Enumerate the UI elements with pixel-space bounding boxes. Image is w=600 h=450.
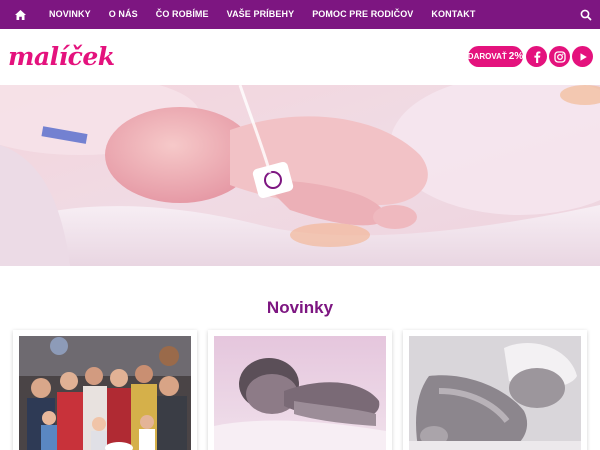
section-title-novinky: Novinky [266,298,334,317]
site-logo[interactable]: malíček [8,42,115,71]
facebook-icon [533,51,540,63]
donate-label: DAROVAŤ [467,52,507,61]
nav-item-novinky[interactable]: NOVINKY [40,0,100,29]
news-card[interactable] [403,330,587,450]
news-card[interactable] [208,330,392,450]
hero-image [0,85,600,266]
nav-item-o-nas[interactable]: O NÁS [100,0,147,29]
donate-percent: 2% [508,51,524,62]
home-button[interactable] [0,0,40,29]
site-header: malíček DAROVAŤ 2% [0,29,600,85]
baby-photo [0,85,600,266]
youtube-button[interactable] [572,46,593,67]
newborn-photo [214,336,386,450]
youtube-icon [580,52,587,61]
nav-item-co-robime[interactable]: ČO ROBÍME [147,0,218,29]
home-icon [14,9,26,20]
sleeping-baby-photo [409,336,581,450]
instagram-button[interactable] [549,46,570,67]
nav-item-pomoc-pre-rodicov[interactable]: POMOC PRE RODIČOV [303,0,422,29]
news-card-image[interactable] [409,336,581,450]
family-group-photo [19,336,191,450]
search-icon [580,9,592,21]
donate-button[interactable]: DAROVAŤ 2% [468,46,523,67]
nav-item-kontakt[interactable]: KONTAKT [422,0,484,29]
news-card-image[interactable] [214,336,386,450]
search-button[interactable] [578,7,594,23]
instagram-icon [553,50,566,63]
facebook-button[interactable] [526,46,547,67]
news-card-image[interactable] [19,336,191,450]
nav-item-vase-pribehy[interactable]: VAŠE PRÍBEHY [218,0,304,29]
top-nav: NOVINKY O NÁS ČO ROBÍME VAŠE PRÍBEHY POM… [0,0,600,29]
news-card[interactable] [13,330,197,450]
